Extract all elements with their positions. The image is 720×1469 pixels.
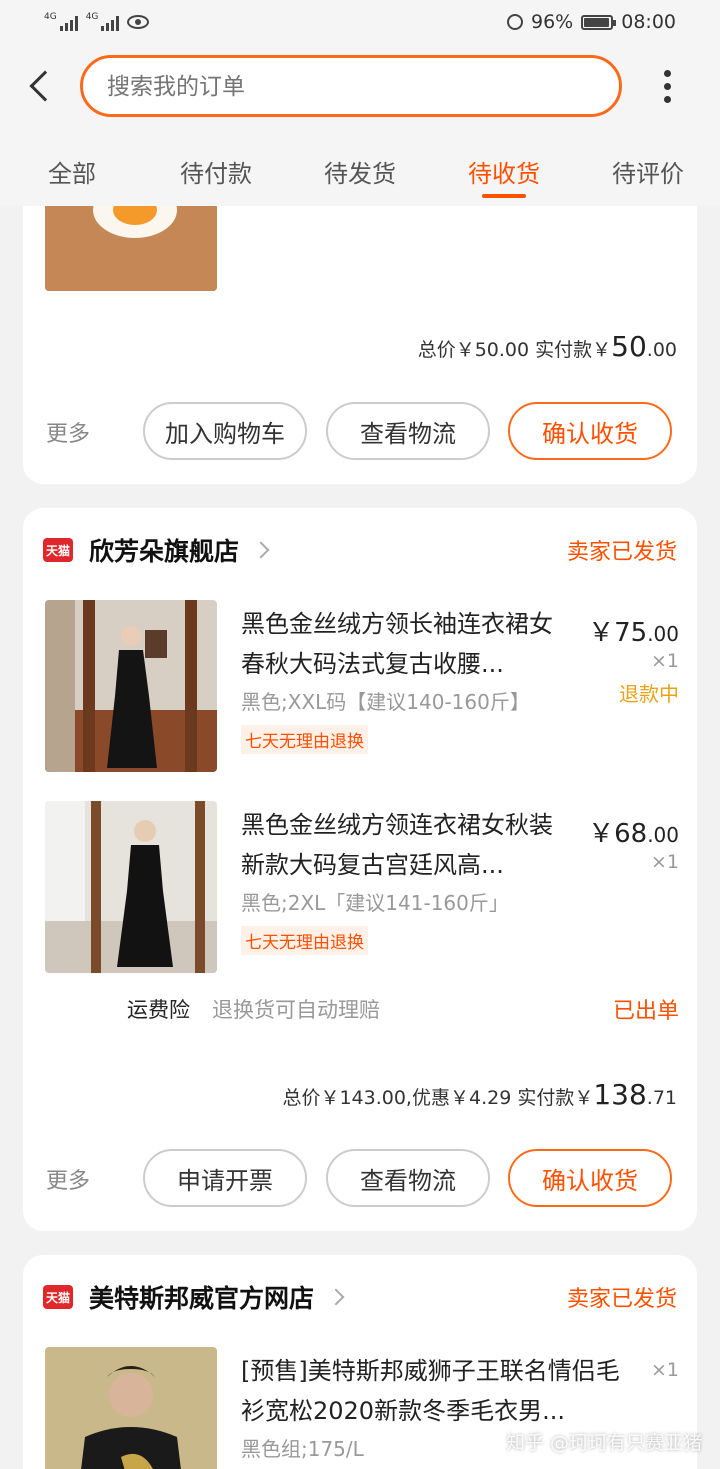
shipping-insurance-row[interactable]: 运费险 退换货可自动理赔 已出单 — [23, 987, 697, 1031]
status-bar: 4G 4G 96% 08:00 — [0, 0, 720, 44]
more-link[interactable]: 更多 — [46, 1163, 90, 1195]
tab-pending-payment[interactable]: 待付款 — [144, 128, 288, 206]
eye-icon — [127, 15, 150, 29]
total-label: 总价￥143.00,优惠￥4.29 实付款￥ — [282, 1087, 594, 1109]
add-to-cart-button[interactable]: 加入购物车 — [143, 402, 307, 460]
total-label: 总价￥50.00 实付款￥ — [417, 339, 612, 361]
watermark: 知乎 @珂珂有只赛亚猪 — [505, 1432, 702, 1454]
return-policy-tag: 七天无理由退换 — [241, 926, 368, 955]
more-vertical-icon[interactable] — [622, 44, 712, 128]
product-sku: 黑色组;175/L — [241, 1437, 364, 1461]
battery-icon — [581, 14, 617, 30]
product-title[interactable]: [预售]美特斯邦威狮子王联名情侣毛衫宽松2020新款冬季毛衣男... — [241, 1351, 636, 1431]
header — [0, 44, 720, 128]
order-tabs: 全部 待付款 待发货 待收货 待评价 — [0, 128, 720, 206]
clock: 08:00 — [621, 11, 676, 33]
signal-icon: 4G — [44, 13, 78, 31]
alarm-icon — [507, 14, 523, 30]
product-title[interactable]: 黑色金丝绒方领长袖连衣裙女春秋大码法式复古收腰... — [241, 604, 571, 684]
signal-label: 4G — [44, 12, 57, 22]
product-image[interactable] — [45, 801, 217, 973]
shop-header[interactable]: 天猫 欣芳朵旗舰店 卖家已发货 — [23, 508, 697, 592]
signal-label: 4G — [85, 12, 99, 22]
order-actions: 更多 加入购物车 查看物流 确认收货 — [23, 382, 697, 484]
insurance-label: 运费险 — [127, 998, 190, 1022]
tab-all[interactable]: 全部 — [0, 128, 144, 206]
price-dec: .00 — [647, 622, 679, 646]
product-quantity: ×1 — [650, 1359, 679, 1381]
shop-header[interactable]: 天猫 美特斯邦威官方网店 卖家已发货 — [23, 1255, 697, 1339]
chevron-right-icon — [252, 541, 270, 559]
paid-cents: .00 — [646, 339, 677, 361]
price-dec: .00 — [647, 823, 679, 847]
product-title[interactable]: 黑色金丝绒方领连衣裙女秋装新款大码复古宫廷风高... — [241, 805, 571, 885]
paid-amount: 50 — [611, 330, 647, 363]
search-input[interactable] — [80, 55, 622, 117]
product-image[interactable] — [45, 1347, 217, 1469]
battery-percent: 96% — [531, 11, 574, 33]
order-actions: 更多 申请开票 查看物流 确认收货 — [23, 1129, 697, 1231]
insurance-description: 退换货可自动理赔 — [212, 998, 380, 1022]
request-invoice-button[interactable]: 申请开票 — [143, 1149, 307, 1207]
insurance-status: 已出单 — [612, 999, 679, 1024]
product-sku: 黑色;2XL「建议141-160斤」 — [241, 891, 509, 915]
refund-status[interactable]: 退款中 — [619, 678, 679, 707]
product-price: ￥75.00 — [588, 612, 679, 649]
product-quantity: ×1 — [650, 650, 679, 672]
paid-cents: .71 — [646, 1087, 677, 1109]
product-quantity: ×1 — [650, 851, 679, 873]
order-total: 总价￥50.00 实付款￥50.00 — [418, 330, 697, 363]
view-logistics-button[interactable]: 查看物流 — [326, 1149, 490, 1207]
chevron-right-icon — [327, 1288, 345, 1306]
order-card: 总价￥50.00 实付款￥50.00 更多 加入购物车 查看物流 确认收货 — [23, 170, 697, 484]
more-link[interactable]: 更多 — [46, 416, 90, 448]
product-image[interactable] — [45, 600, 217, 772]
return-policy-tag: 七天无理由退换 — [241, 725, 368, 754]
order-status: 卖家已发货 — [566, 540, 677, 565]
shop-name[interactable]: 美特斯邦威官方网店 — [89, 1279, 314, 1315]
order-status: 卖家已发货 — [566, 1287, 677, 1312]
order-item[interactable]: 黑色金丝绒方领连衣裙女秋装新款大码复古宫廷风高... 黑色;2XL「建议141-… — [23, 801, 697, 973]
product-sku: 黑色;XXL码【建议140-160斤】 — [241, 690, 530, 714]
confirm-receipt-button[interactable]: 确认收货 — [508, 1149, 672, 1207]
view-logistics-button[interactable]: 查看物流 — [326, 402, 490, 460]
tab-pending-receipt[interactable]: 待收货 — [432, 128, 576, 206]
back-arrow-icon — [29, 70, 61, 102]
confirm-receipt-button[interactable]: 确认收货 — [508, 402, 672, 460]
tmall-badge: 天猫 — [43, 1285, 73, 1309]
tab-pending-shipment[interactable]: 待发货 — [288, 128, 432, 206]
signal-icon: 4G — [86, 13, 120, 31]
order-item[interactable]: 黑色金丝绒方领长袖连衣裙女春秋大码法式复古收腰... 黑色;XXL码【建议140… — [23, 600, 697, 772]
product-price: ￥68.00 — [588, 813, 679, 850]
tab-pending-review[interactable]: 待评价 — [576, 128, 720, 206]
back-button[interactable] — [0, 44, 80, 128]
price-int: ￥75 — [588, 618, 648, 648]
price-int: ￥68 — [588, 819, 648, 849]
shop-name[interactable]: 欣芳朵旗舰店 — [89, 532, 239, 568]
tmall-badge: 天猫 — [43, 538, 73, 562]
order-card: 天猫 欣芳朵旗舰店 卖家已发货 黑色金丝绒方领长袖连衣裙女春秋大码法式复古收腰.… — [23, 508, 697, 1231]
order-total: 总价￥143.00,优惠￥4.29 实付款￥138.71 — [282, 1078, 697, 1111]
paid-amount: 138 — [593, 1078, 647, 1111]
